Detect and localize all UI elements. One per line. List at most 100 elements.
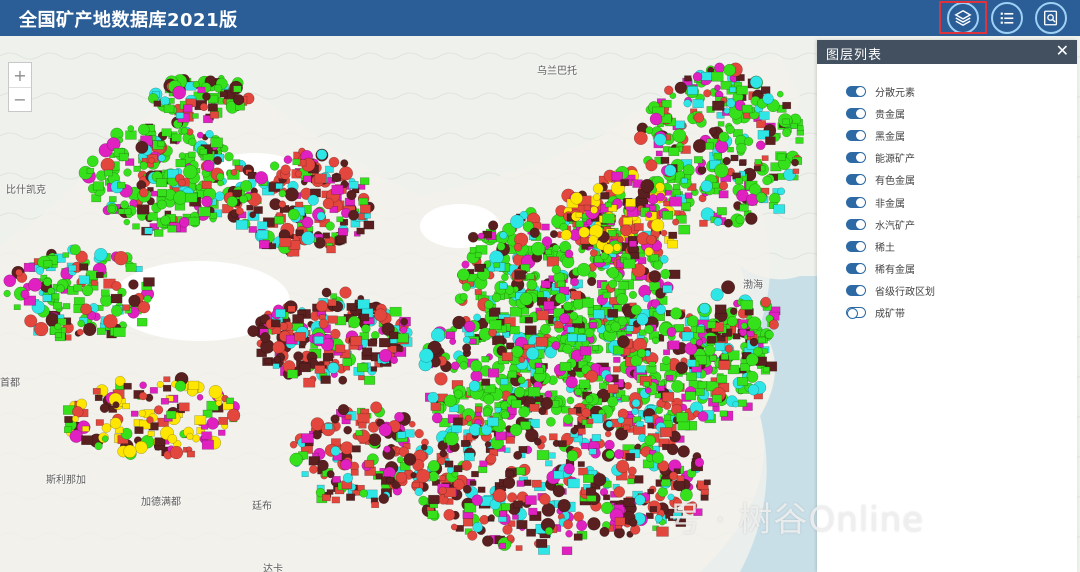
mineral-marker[interactable] bbox=[132, 223, 140, 230]
mineral-marker[interactable] bbox=[577, 428, 586, 435]
mineral-marker[interactable] bbox=[737, 376, 749, 386]
mineral-marker[interactable] bbox=[592, 345, 599, 351]
mineral-marker[interactable] bbox=[692, 71, 703, 82]
mineral-marker[interactable] bbox=[524, 495, 537, 505]
mineral-marker[interactable] bbox=[209, 111, 219, 119]
mineral-marker[interactable] bbox=[581, 243, 589, 250]
mineral-marker[interactable] bbox=[364, 213, 371, 219]
mineral-marker[interactable] bbox=[673, 184, 681, 190]
mineral-marker[interactable] bbox=[395, 471, 408, 484]
mineral-marker[interactable] bbox=[612, 243, 622, 252]
mineral-marker[interactable] bbox=[43, 277, 52, 287]
mineral-marker[interactable] bbox=[567, 326, 575, 333]
mineral-marker[interactable] bbox=[492, 488, 507, 503]
mineral-marker[interactable] bbox=[346, 493, 356, 501]
mineral-marker[interactable] bbox=[563, 519, 574, 530]
layer-toggle[interactable] bbox=[846, 129, 866, 141]
mineral-marker[interactable] bbox=[199, 148, 208, 155]
mineral-marker[interactable] bbox=[136, 317, 148, 327]
mineral-marker[interactable] bbox=[325, 221, 335, 231]
mineral-marker[interactable] bbox=[636, 348, 647, 358]
mineral-marker[interactable] bbox=[674, 81, 687, 94]
mineral-marker[interactable] bbox=[546, 416, 556, 427]
mineral-marker[interactable] bbox=[578, 328, 586, 334]
mineral-marker[interactable] bbox=[616, 335, 630, 349]
mineral-marker[interactable] bbox=[411, 481, 420, 489]
layer-toggle[interactable] bbox=[846, 85, 866, 97]
mineral-marker[interactable] bbox=[575, 212, 583, 218]
mineral-marker[interactable] bbox=[339, 286, 352, 299]
mineral-marker[interactable] bbox=[570, 192, 583, 205]
mineral-marker[interactable] bbox=[148, 157, 155, 164]
mineral-marker[interactable] bbox=[721, 280, 736, 295]
mineral-marker[interactable] bbox=[72, 406, 84, 418]
mineral-marker[interactable] bbox=[134, 426, 144, 434]
mineral-marker[interactable] bbox=[607, 384, 619, 394]
mineral-marker[interactable] bbox=[526, 347, 540, 361]
mineral-marker[interactable] bbox=[371, 501, 379, 508]
mineral-marker[interactable] bbox=[697, 381, 708, 389]
mineral-marker[interactable] bbox=[479, 460, 488, 468]
mineral-marker[interactable] bbox=[592, 183, 604, 194]
layer-item[interactable]: 稀有金属 bbox=[846, 258, 1077, 280]
mineral-marker[interactable] bbox=[167, 225, 177, 233]
mineral-marker[interactable] bbox=[670, 307, 683, 320]
mineral-marker[interactable] bbox=[312, 429, 322, 440]
mineral-marker[interactable] bbox=[287, 369, 298, 379]
mineral-marker[interactable] bbox=[768, 319, 779, 330]
layer-item[interactable]: 成矿带 bbox=[846, 302, 1077, 324]
mineral-marker[interactable] bbox=[183, 104, 193, 113]
mineral-marker[interactable] bbox=[693, 156, 703, 164]
mineral-marker[interactable] bbox=[161, 128, 172, 137]
mineral-marker[interactable] bbox=[301, 216, 314, 229]
mineral-marker[interactable] bbox=[506, 534, 514, 542]
mineral-marker[interactable] bbox=[627, 478, 635, 485]
mineral-marker[interactable] bbox=[568, 407, 577, 415]
mineral-marker[interactable] bbox=[613, 449, 624, 460]
mineral-marker[interactable] bbox=[725, 124, 735, 135]
mineral-marker[interactable] bbox=[366, 489, 378, 499]
mineral-marker[interactable] bbox=[198, 206, 211, 217]
mineral-marker[interactable] bbox=[613, 356, 621, 363]
mineral-marker[interactable] bbox=[516, 480, 525, 487]
mineral-marker[interactable] bbox=[495, 431, 507, 441]
mineral-marker[interactable] bbox=[109, 417, 122, 429]
mineral-marker[interactable] bbox=[450, 361, 460, 371]
mineral-marker[interactable] bbox=[80, 303, 92, 316]
mineral-marker[interactable] bbox=[620, 179, 629, 187]
mineral-marker[interactable] bbox=[680, 177, 688, 184]
mineral-marker[interactable] bbox=[577, 461, 585, 467]
mineral-marker[interactable] bbox=[567, 478, 580, 489]
mineral-marker[interactable] bbox=[652, 260, 663, 270]
mineral-marker[interactable] bbox=[307, 194, 319, 206]
mineral-marker[interactable] bbox=[136, 204, 150, 215]
mineral-marker[interactable] bbox=[320, 375, 331, 384]
mineral-marker[interactable] bbox=[513, 450, 523, 460]
mineral-marker[interactable] bbox=[761, 155, 769, 161]
mineral-marker[interactable] bbox=[585, 394, 594, 404]
mineral-marker[interactable] bbox=[327, 299, 337, 307]
zoom-out-button[interactable]: − bbox=[9, 87, 31, 111]
mineral-marker[interactable] bbox=[714, 163, 729, 178]
mineral-marker[interactable] bbox=[361, 324, 371, 334]
mineral-marker[interactable] bbox=[350, 336, 363, 346]
mineral-marker[interactable] bbox=[760, 296, 772, 308]
mineral-marker[interactable] bbox=[481, 356, 490, 363]
mineral-marker[interactable] bbox=[43, 260, 53, 268]
mineral-marker[interactable] bbox=[316, 149, 328, 161]
mineral-marker[interactable] bbox=[201, 180, 212, 189]
mineral-marker[interactable] bbox=[604, 430, 612, 438]
mineral-marker[interactable] bbox=[404, 429, 415, 438]
mineral-marker[interactable] bbox=[173, 190, 188, 205]
mineral-marker[interactable] bbox=[535, 336, 549, 347]
mineral-marker[interactable] bbox=[740, 299, 753, 310]
mineral-marker[interactable] bbox=[545, 249, 552, 255]
mineral-marker[interactable] bbox=[528, 386, 541, 397]
mineral-marker[interactable] bbox=[583, 204, 591, 211]
mineral-marker[interactable] bbox=[171, 133, 182, 142]
mineral-marker[interactable] bbox=[552, 244, 560, 252]
mineral-marker[interactable] bbox=[507, 370, 517, 379]
mineral-marker[interactable] bbox=[299, 362, 311, 373]
mineral-marker[interactable] bbox=[73, 284, 83, 292]
mineral-marker[interactable] bbox=[668, 147, 680, 157]
